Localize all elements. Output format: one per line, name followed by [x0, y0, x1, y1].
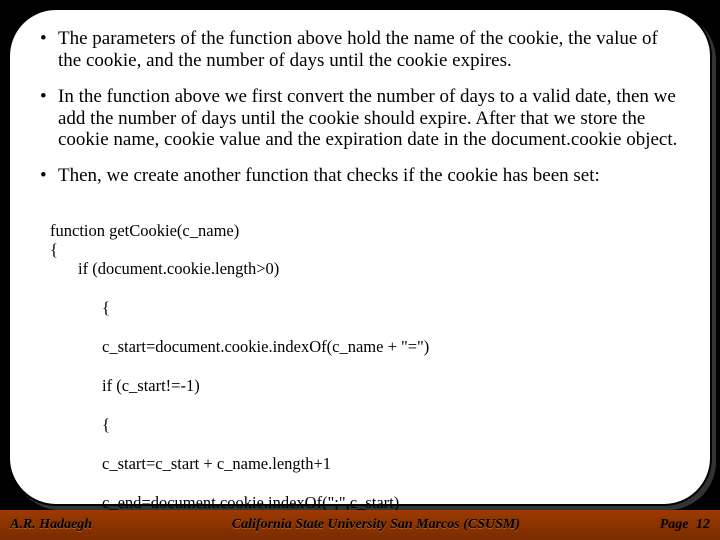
code-block: function getCookie(c_name) { if (documen… [40, 201, 680, 540]
page-number: 12 [696, 517, 710, 532]
code-line: c_start=c_start + c_name.length+1 [50, 454, 680, 473]
code-line: if (c_start!=-1) [50, 376, 680, 395]
code-line: { [50, 415, 680, 434]
content-panel: The parameters of the function above hol… [8, 8, 712, 506]
footer-university: California State University San Marcos (… [92, 517, 660, 533]
slide: The parameters of the function above hol… [0, 0, 720, 540]
code-line: { [50, 240, 58, 259]
footer-page: Page 12 [660, 517, 720, 533]
code-line: if (document.cookie.length>0) [50, 259, 680, 278]
code-line: { [50, 298, 680, 317]
bullet-item: The parameters of the function above hol… [40, 28, 680, 72]
bullet-item: Then, we create another function that ch… [40, 165, 680, 187]
bullet-list: The parameters of the function above hol… [40, 28, 680, 187]
footer-author: A.R. Hadaegh [0, 517, 92, 533]
bullet-item: In the function above we first convert t… [40, 86, 680, 152]
page-label: Page [660, 517, 689, 532]
footer-bar: A.R. Hadaegh California State University… [0, 510, 720, 540]
code-line: c_start=document.cookie.indexOf(c_name +… [50, 337, 680, 356]
code-line: function getCookie(c_name) [50, 221, 239, 240]
